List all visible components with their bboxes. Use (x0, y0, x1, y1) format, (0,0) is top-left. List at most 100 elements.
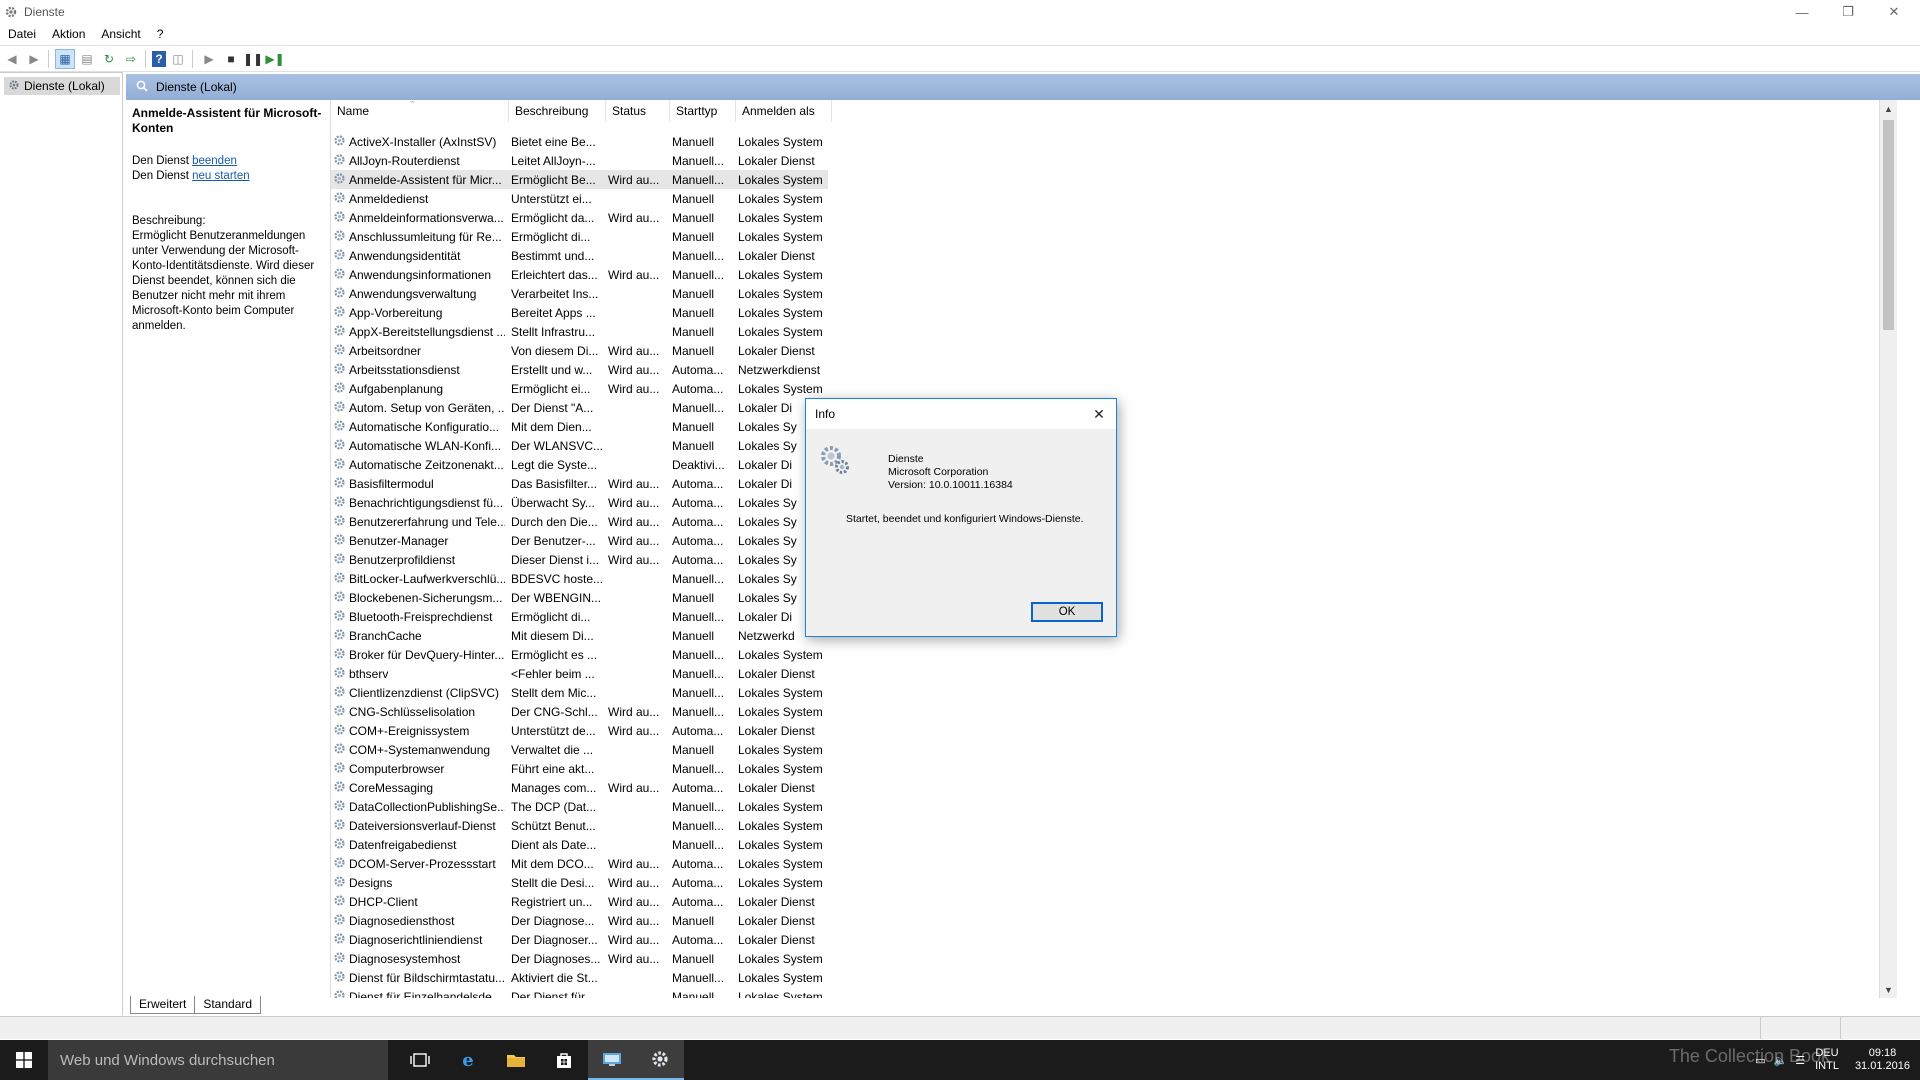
file-explorer-icon[interactable] (492, 1040, 540, 1080)
menu-help[interactable]: ? (149, 24, 172, 44)
table-row[interactable]: Automatische Zeitzonenakt... Legt die Sys… (331, 455, 828, 474)
table-row[interactable]: Anwendungsinformationen Erleichtert das..… (331, 265, 828, 284)
task-view-icon[interactable] (396, 1040, 444, 1080)
table-row[interactable]: Automatische Konfiguratio... Mit dem Dien… (331, 417, 828, 436)
table-row[interactable]: BranchCache Mit diesem Di... Manuell Netzwe… (331, 626, 828, 645)
service-logon-cell: Lokales System (738, 685, 823, 700)
back-arrow-icon[interactable]: ◀ (2, 49, 22, 69)
export-list-icon[interactable]: ⇨ (121, 49, 141, 69)
stop-service-icon[interactable]: ■ (221, 49, 241, 69)
tab-erweitert[interactable]: Erweitert (130, 996, 196, 1014)
menu-datei[interactable]: Datei (0, 24, 44, 44)
service-gear-icon (333, 381, 346, 397)
services-gear-icon[interactable] (636, 1040, 684, 1080)
table-row[interactable]: Datenfreigabedienst Dient als Date... Manu… (331, 835, 828, 854)
service-startup-cell: Manuell... (672, 400, 725, 415)
table-row[interactable]: Benutzer-Manager Der Benutzer-... Wird au.… (331, 531, 828, 550)
stop-service-link[interactable]: beenden (192, 155, 237, 167)
table-row[interactable]: COM+-Systemanwendung Verwaltet die ... Man… (331, 740, 828, 759)
windows-start-icon[interactable] (0, 1040, 48, 1080)
close-icon[interactable]: ✕ (1088, 403, 1110, 425)
table-row[interactable]: DataCollectionPublishingSe... The DCP (Da… (331, 797, 828, 816)
table-row[interactable]: Dienst für Einzelhandelsde... Der Dienst … (331, 987, 828, 998)
table-row[interactable]: Diagnoserichtliniendienst Der Diagnoser..… (331, 930, 828, 949)
table-row[interactable]: Arbeitsstationsdienst Erstellt und w... Wi… (331, 360, 828, 379)
table-row[interactable]: Autom. Setup von Geräten, ... Der Dienst … (331, 398, 828, 417)
column-header-logon[interactable]: Anmelden als (736, 100, 832, 122)
tree-item-services-local[interactable]: Dienste (Lokal) (4, 77, 120, 95)
table-row[interactable]: Bluetooth-Freisprechdienst Ermöglicht di.… (331, 607, 828, 626)
computer-management-icon[interactable] (588, 1040, 636, 1080)
table-row[interactable]: Dateiversionsverlauf-Dienst Schützt Benut… (331, 816, 828, 835)
scrollbar-thumb[interactable] (1883, 120, 1894, 330)
table-row[interactable]: Benutzererfahrung und Tele... Durch den D… (331, 512, 828, 531)
table-row[interactable]: CoreMessaging Manages com... Wird au... Aut… (331, 778, 828, 797)
pause-service-icon[interactable]: ❚❚ (243, 49, 263, 69)
table-row[interactable]: AppX-Bereitstellungsdienst ... Stellt Inf… (331, 322, 828, 341)
minimize-icon[interactable]: — (1780, 0, 1824, 24)
properties-sheet-icon[interactable]: ▤ (77, 49, 97, 69)
table-row[interactable]: Basisfiltermodul Das Basisfilter... Wird a… (331, 474, 828, 493)
close-window-icon[interactable]: ✕ (1872, 0, 1916, 24)
table-row[interactable]: Computerbrowser Führt eine akt... Manuell.… (331, 759, 828, 778)
restore-icon[interactable]: ❐ (1826, 0, 1870, 24)
service-status-cell: Wird au... (608, 362, 660, 377)
service-description-cell: Führt eine akt... (511, 761, 595, 776)
service-name-cell: Anschlussumleitung für Re... (331, 229, 505, 245)
table-row[interactable]: Benutzerprofildienst Dieser Dienst i... Wi… (331, 550, 828, 569)
scroll-up-icon[interactable]: ▲ (1880, 100, 1897, 117)
service-startup-cell: Automa... (672, 514, 724, 529)
edge-browser-icon[interactable]: e (444, 1040, 492, 1080)
taskbar-search-box[interactable]: Web und Windows durchsuchen (48, 1040, 388, 1080)
ok-button[interactable]: OK (1031, 602, 1103, 622)
table-row[interactable]: Arbeitsordner Von diesem Di... Wird au... M… (331, 341, 828, 360)
menu-aktion[interactable]: Aktion (44, 24, 93, 44)
table-row[interactable]: Automatische WLAN-Konfi... Der WLANSVC...… (331, 436, 828, 455)
table-row[interactable]: Anmelde-Assistent für Micr... Ermöglicht … (331, 170, 828, 189)
table-row[interactable]: Anwendungsverwaltung Verarbeitet Ins... Ma… (331, 284, 828, 303)
table-row[interactable]: Dienst für Bildschirmtastatu... Aktiviert… (331, 968, 828, 987)
table-row[interactable]: DHCP-Client Registriert un... Wird au... Au… (331, 892, 828, 911)
table-row[interactable]: ActiveX-Installer (AxInstSV) Bietet eine … (331, 132, 828, 151)
menu-ansicht[interactable]: Ansicht (93, 24, 148, 44)
restart-service-link[interactable]: neu starten (192, 170, 250, 182)
column-header-name[interactable]: Name ˆ (331, 100, 509, 122)
column-header-startup[interactable]: Starttyp (670, 100, 736, 122)
column-header-description[interactable]: Beschreibung (509, 100, 606, 122)
restart-prefix-text: Den Dienst (132, 170, 193, 182)
table-row[interactable]: Anschlussumleitung für Re... Ermöglicht d… (331, 227, 828, 246)
table-row[interactable]: Benachrichtigungsdienst fü... Überwacht S… (331, 493, 828, 512)
clock[interactable]: 09:18 31.01.2016 (1855, 1047, 1910, 1073)
start-service-icon[interactable]: ▶ (199, 49, 219, 69)
console-tree-icon[interactable]: ▦ (55, 48, 75, 69)
vertical-scrollbar[interactable]: ▲ ▼ (1879, 100, 1897, 998)
table-row[interactable]: Anwendungsidentität Bestimmt und... Manuel… (331, 246, 828, 265)
table-row[interactable]: App-Vorbereitung Bereitet Apps ... Manuell… (331, 303, 828, 322)
column-header-status[interactable]: Status (606, 100, 670, 122)
table-row[interactable]: CNG-Schlüsselisolation Der CNG-Schl... Wir… (331, 702, 828, 721)
table-row[interactable]: Designs Stellt die Desi... Wird au... Autom… (331, 873, 828, 892)
table-row[interactable]: Diagnosediensthost Der Diagnose... Wird au… (331, 911, 828, 930)
tab-standard[interactable]: Standard (194, 996, 262, 1014)
service-rows: ActiveX-Installer (AxInstSV) Bietet eine … (331, 132, 828, 998)
table-row[interactable]: Broker für DevQuery-Hinter... Ermöglicht … (331, 645, 828, 664)
table-row[interactable]: AllJoyn-Routerdienst Leitet AllJoyn-... Ma… (331, 151, 828, 170)
table-row[interactable]: Blockebenen-Sicherungsm... Der WBENGIN...… (331, 588, 828, 607)
table-row[interactable]: bthserv <Fehler beim ... Manuell... Lokaler… (331, 664, 828, 683)
service-status-cell: Wird au... (608, 210, 660, 225)
help-icon[interactable]: ? (152, 50, 166, 67)
scroll-down-icon[interactable]: ▼ (1880, 981, 1897, 998)
table-row[interactable]: Diagnosesystemhost Der Diagnoses... Wird a… (331, 949, 828, 968)
store-icon[interactable] (540, 1040, 588, 1080)
table-row[interactable]: Aufgabenplanung Ermöglicht ei... Wird au..… (331, 379, 828, 398)
table-row[interactable]: Clientlizenzdienst (ClipSVC) Stellt dem M… (331, 683, 828, 702)
forward-arrow-icon[interactable]: ▶ (24, 49, 44, 69)
table-row[interactable]: Anmeldedienst Unterstützt ei... Manuell Lok… (331, 189, 828, 208)
table-row[interactable]: COM+-Ereignissystem Unterstützt de... Wird… (331, 721, 828, 740)
restart-service-icon[interactable]: ▶❚ (265, 49, 285, 69)
table-row[interactable]: BitLocker-Laufwerkverschlü... BDESVC host… (331, 569, 828, 588)
table-row[interactable]: Anmeldeinformationsverwa... Ermöglicht da… (331, 208, 828, 227)
table-row[interactable]: DCOM-Server-Prozessstart Mit dem DCO... Wi… (331, 854, 828, 873)
refresh-icon[interactable]: ↻ (99, 49, 119, 69)
show-hide-pane-icon[interactable]: ◫ (168, 49, 188, 69)
